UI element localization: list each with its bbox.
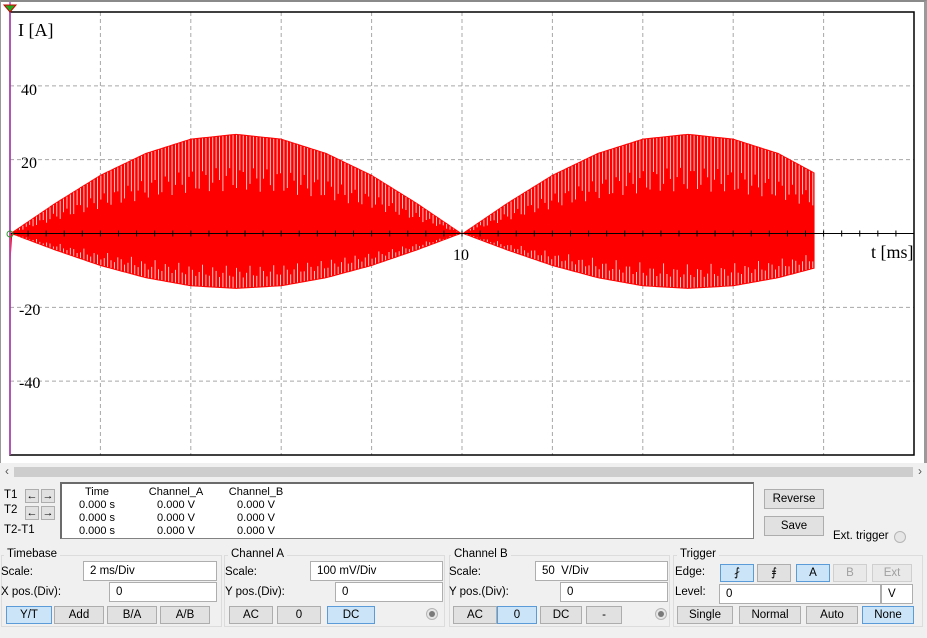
edge-label: Edge: [675,566,706,578]
channel-b-ac-button[interactable]: AC [453,606,497,624]
channel-b-scale-label: Scale: [449,566,481,578]
channel-b-title: Channel B [451,548,511,560]
trigger-title: Trigger [677,548,719,560]
y-tick-label: 40 [21,82,37,99]
trigger-single-button[interactable]: Single [677,606,733,624]
x-position-label: X pos.(Div): [1,586,62,598]
scroll-left-icon[interactable]: ‹ [0,463,14,480]
level-label: Level: [675,586,706,598]
horizontal-scrollbar[interactable]: ‹ › [0,463,927,480]
mode-yt-button[interactable]: Y/T [6,606,52,624]
y-axis-label: I [A] [18,20,53,40]
t1-left-arrow-icon[interactable]: ← [25,489,39,503]
ext-trigger-indicator [894,531,906,543]
channel-b-dc-button[interactable]: DC [540,606,582,624]
t1-label: T1 [4,489,18,501]
x-axis-label: t [ms] [871,242,914,262]
trigger-level-unit[interactable]: V [881,584,913,604]
timebase-scale-input[interactable]: 2 ms/Div [83,561,217,581]
column-header: Channel_A [148,486,204,498]
x-position-input[interactable]: 0 [109,582,217,602]
t2-left-arrow-icon[interactable]: ← [25,506,39,520]
channel-b-scale-input[interactable]: 50 V/Div [535,561,668,581]
mode-add-button[interactable]: Add [54,606,104,624]
scrollbar-thumb[interactable] [14,467,913,477]
cell: 0.000 V [157,512,195,524]
y-tick-label: -40 [19,375,40,392]
cell: 0.000 V [157,525,195,537]
channel-a-indicator-icon [426,608,438,620]
channel-a-ypos-input[interactable]: 0 [335,582,443,602]
channel-a-dc-button[interactable]: DC [327,606,375,624]
channel-b-invert-button[interactable]: - [586,606,622,624]
trigger-source-b-button[interactable]: B [833,564,867,582]
cell: 0.000 s [78,512,116,524]
channel-a-scale-input[interactable]: 100 mV/Div [310,561,443,581]
x-tick-label: 10 [453,247,469,264]
y-tick-label: -20 [19,302,40,319]
ext-trigger-label: Ext. trigger [833,530,889,542]
column-header: Channel_B [228,486,284,498]
cell: 0.000 V [237,512,275,524]
cursor-t1-marker-icon[interactable] [2,4,18,13]
scroll-right-icon[interactable]: › [913,463,927,480]
timebase-scale-label: Scale: [1,566,33,578]
channel-b-ypos-input[interactable]: 0 [560,582,668,602]
trigger-level-input[interactable]: 0 [719,584,881,604]
reverse-button[interactable]: Reverse [764,489,824,509]
trigger-source-ext-button[interactable]: Ext [872,564,912,582]
rising-edge-button[interactable]: ⨏ [720,564,754,582]
t2-t1-label: T2-T1 [4,524,35,536]
channel-a-ac-button[interactable]: AC [229,606,273,624]
trigger-auto-button[interactable]: Auto [806,606,858,624]
channel-a-zero-button[interactable]: 0 [277,606,321,624]
rising-edge-icon: ⨏ [734,567,740,579]
y-tick-label: 20 [21,155,37,172]
waveform-plot: I [A] t [ms] 40 20 -20 -40 10 [2,2,915,456]
mode-a-over-b-button[interactable]: A/B [160,606,210,624]
oscilloscope-display: I [A] t [ms] 40 20 -20 -40 10 [0,0,927,463]
channel-b-zero-button[interactable]: 0 [497,606,537,624]
cell: 0.000 V [237,499,275,511]
save-button[interactable]: Save [764,516,824,536]
channel-a-ypos-label: Y pos.(Div): [225,586,285,598]
channel-b-indicator-icon [655,608,667,620]
t2-label: T2 [4,504,18,516]
timebase-title: Timebase [4,548,61,560]
cell: 0.000 V [237,525,275,537]
trigger-none-button[interactable]: None [862,606,914,624]
falling-edge-button[interactable]: ⨎ [757,564,791,582]
mode-b-over-a-button[interactable]: B/A [107,606,157,624]
channel-a-scale-label: Scale: [225,566,257,578]
cell: 0.000 V [157,499,195,511]
cell: 0.000 s [78,525,116,537]
channel-b-ypos-label: Y pos.(Div): [449,586,509,598]
channel-a-title: Channel A [228,548,288,560]
waveform-trace [10,133,815,289]
t1-right-arrow-icon[interactable]: → [41,489,55,503]
trigger-normal-button[interactable]: Normal [739,606,801,624]
cursor-readout-table: Time Channel_A Channel_B 0.000 s 0.000 V… [60,482,754,539]
trigger-source-a-button[interactable]: A [796,564,830,582]
cell: 0.000 s [78,499,116,511]
falling-edge-icon: ⨎ [771,567,777,579]
column-header: Time [84,486,110,498]
t2-right-arrow-icon[interactable]: → [41,506,55,520]
